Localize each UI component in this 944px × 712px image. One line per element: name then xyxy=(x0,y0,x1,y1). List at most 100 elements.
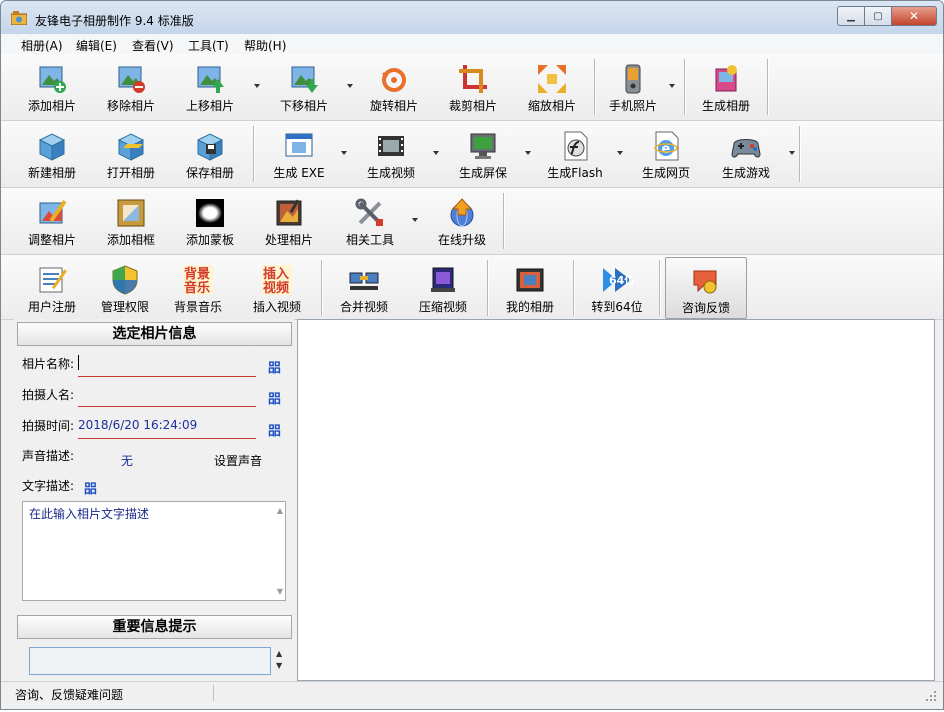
shoot-time-input[interactable]: 2018/6/20 16:24:09 xyxy=(78,418,197,432)
move-up-photo-button[interactable]: 上移相片 xyxy=(181,54,239,118)
shoot-time-label: 拍摄时间: xyxy=(22,419,75,433)
toolbar-separator xyxy=(487,260,488,316)
compress-video-icon xyxy=(431,267,455,292)
shoot-time-underline xyxy=(78,438,256,439)
my-album-icon xyxy=(516,268,544,292)
open-album-button[interactable]: 打开相册 xyxy=(102,121,160,185)
shield-icon xyxy=(112,265,138,295)
compress-video-label: 压缩视频 xyxy=(418,300,467,314)
merge-video-label: 合并视频 xyxy=(339,300,388,314)
chat-bubble-icon xyxy=(693,270,717,294)
album-icon xyxy=(715,65,737,92)
app-icon xyxy=(11,11,27,25)
generate-game-button[interactable]: 生成游戏 xyxy=(715,121,777,185)
photo-preview-area[interactable] xyxy=(297,319,935,681)
toolbar-separator xyxy=(503,193,504,249)
resize-photo-button[interactable]: 缩放相片 xyxy=(523,54,581,118)
save-album-button[interactable]: 保存相册 xyxy=(181,121,239,185)
remove-photo-button[interactable]: 移除相片 xyxy=(102,54,160,118)
generate-screensaver-label: 生成屏保 xyxy=(458,166,507,180)
add-frame-label: 添加相框 xyxy=(106,233,155,247)
user-register-button[interactable]: 用户注册 xyxy=(23,255,81,319)
adjust-photo-button[interactable]: 调整相片 xyxy=(23,188,81,252)
generate-game-label: 生成游戏 xyxy=(721,166,770,180)
my-album-label: 我的相册 xyxy=(505,300,554,314)
exe-dropdown-icon[interactable] xyxy=(340,149,348,157)
tools-dropdown-icon[interactable] xyxy=(411,216,419,224)
my-album-button[interactable]: 我的相册 xyxy=(501,255,559,319)
generate-exe-label: 生成 EXE xyxy=(273,166,325,180)
crop-photo-button[interactable]: 裁剪相片 xyxy=(444,54,502,118)
insert-video-label: 插入视频 xyxy=(252,300,301,314)
switch-64bit-button[interactable]: 64位 转到64位 xyxy=(587,255,647,319)
phone-photo-button[interactable]: 手机照片 xyxy=(604,54,662,118)
photographer-edit-icon[interactable]: 㗊 xyxy=(268,388,281,407)
menu-bar: 相册(A) 编辑(E) 查看(V) 工具(T) 帮助(H) xyxy=(1,34,943,56)
info-scroll-down-icon[interactable]: ▼ xyxy=(276,661,282,670)
exe-icon xyxy=(285,133,313,157)
menu-tools[interactable]: 工具(T) xyxy=(188,37,229,54)
generate-screensaver-button[interactable]: 生成屏保 xyxy=(453,121,513,185)
menu-edit[interactable]: 编辑(E) xyxy=(76,37,117,54)
text-desc-textarea[interactable]: 在此输入相片文字描述 ▲ ▼ xyxy=(22,501,286,601)
open-album-label: 打开相册 xyxy=(106,166,155,180)
save-icon xyxy=(196,133,224,161)
online-upgrade-label: 在线升级 xyxy=(437,233,486,247)
generate-flash-button[interactable]: 生成Flash xyxy=(543,121,607,185)
status-separator xyxy=(213,685,214,701)
remove-photo-icon xyxy=(118,66,145,93)
compress-video-button[interactable]: 压缩视频 xyxy=(414,255,472,319)
add-photo-button[interactable]: 添加相片 xyxy=(23,54,81,118)
phone-photo-dropdown-icon[interactable] xyxy=(668,82,676,90)
window-title: 友锋电子相册制作 9.4 标准版 xyxy=(35,14,194,28)
merge-video-button[interactable]: 合并视频 xyxy=(335,255,393,319)
add-mask-button[interactable]: 添加蒙板 xyxy=(181,188,239,252)
consult-feedback-button[interactable]: 咨询反馈 xyxy=(665,257,747,319)
text-desc-edit-icon[interactable]: 㗊 xyxy=(84,478,97,497)
menu-album[interactable]: 相册(A) xyxy=(21,37,63,54)
related-tools-button[interactable]: 相关工具 xyxy=(339,188,401,252)
rotate-photo-button[interactable]: 旋转相片 xyxy=(365,54,423,118)
set-sound-button[interactable]: 设置声音 xyxy=(214,452,262,469)
resize-grip-icon[interactable] xyxy=(925,690,937,702)
info-scroll-up-icon[interactable]: ▲ xyxy=(276,649,282,658)
generate-video-label: 生成视频 xyxy=(366,166,415,180)
online-upgrade-button[interactable]: 在线升级 xyxy=(431,188,493,252)
rotate-photo-icon xyxy=(382,68,406,92)
scroll-up-icon[interactable]: ▲ xyxy=(277,506,283,515)
move-up-photo-label: 上移相片 xyxy=(185,99,234,113)
minimize-button[interactable]: ▁ xyxy=(837,6,864,26)
generate-webpage-button[interactable]: e 生成网页 xyxy=(635,121,697,185)
move-down-dropdown-icon[interactable] xyxy=(346,82,354,90)
tools-icon xyxy=(355,198,383,226)
generate-video-button[interactable]: 生成视频 xyxy=(361,121,421,185)
insert-video-button[interactable]: 插入视频 插入视频 xyxy=(248,255,306,319)
flash-dropdown-icon[interactable] xyxy=(616,149,624,157)
toolbar-separator xyxy=(659,260,660,316)
merge-video-icon xyxy=(349,272,379,290)
add-frame-button[interactable]: 添加相框 xyxy=(102,188,160,252)
maximize-button[interactable]: ▢ xyxy=(864,6,891,26)
close-button[interactable]: ✕ xyxy=(891,6,937,26)
menu-help[interactable]: 帮助(H) xyxy=(244,37,286,54)
add-photo-icon xyxy=(39,66,66,93)
move-up-dropdown-icon[interactable] xyxy=(253,82,261,90)
move-down-photo-button[interactable]: 下移相片 xyxy=(275,54,333,118)
upgrade-icon xyxy=(450,198,474,227)
shoot-time-edit-icon[interactable]: 㗊 xyxy=(268,420,281,439)
screensaver-dropdown-icon[interactable] xyxy=(524,149,532,157)
game-dropdown-icon[interactable] xyxy=(788,149,796,157)
photo-name-edit-icon[interactable]: 㗊 xyxy=(268,357,281,376)
generate-exe-button[interactable]: 生成 EXE xyxy=(269,121,329,185)
scroll-down-icon[interactable]: ▼ xyxy=(277,587,283,596)
generate-album-button[interactable]: 生成相册 xyxy=(695,54,757,118)
new-album-button[interactable]: 新建相册 xyxy=(23,121,81,185)
video-dropdown-icon[interactable] xyxy=(432,149,440,157)
process-photo-label: 处理相片 xyxy=(264,233,313,247)
menu-view[interactable]: 查看(V) xyxy=(132,37,174,54)
background-music-button[interactable]: 背景音乐 背景音乐 xyxy=(169,255,227,319)
process-photo-button[interactable]: 处理相片 xyxy=(260,188,318,252)
manage-permission-button[interactable]: 管理权限 xyxy=(96,255,154,319)
app-window: 友锋电子相册制作 9.4 标准版 ▁ ▢ ✕ 相册(A) 编辑(E) 查看(V)… xyxy=(0,0,944,710)
sound-label: 声音描述: xyxy=(22,449,75,463)
